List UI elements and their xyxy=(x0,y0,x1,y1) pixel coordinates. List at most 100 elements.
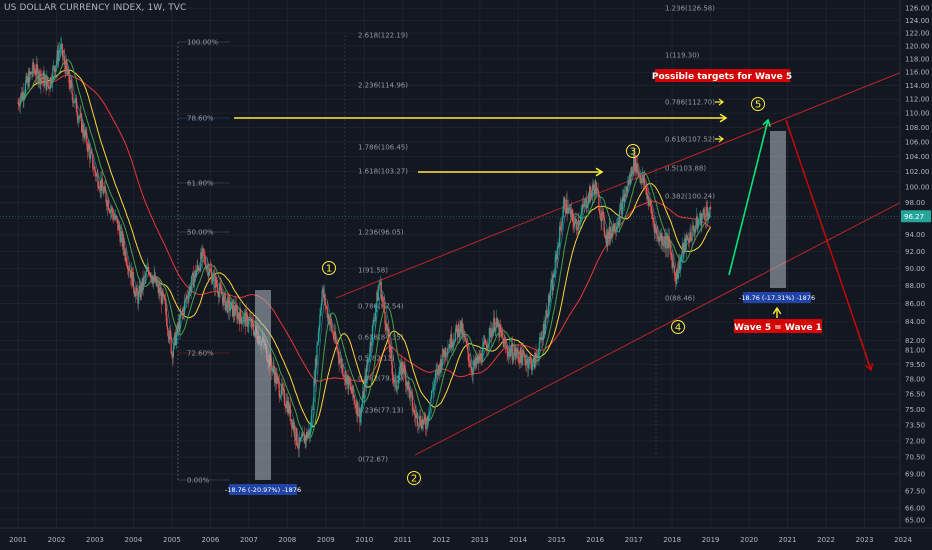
candle-body xyxy=(562,205,564,217)
candle-body xyxy=(537,357,539,359)
candle-body xyxy=(324,294,326,306)
candle-body xyxy=(701,217,703,226)
y-tick-label: 116.00 xyxy=(905,69,930,77)
y-tick-label: 73.50 xyxy=(905,421,925,429)
candle-body xyxy=(441,362,443,370)
fib-mid-label: 0(72.67) xyxy=(358,456,388,464)
candle-body xyxy=(556,247,559,260)
candle-body xyxy=(553,273,556,277)
candle-body xyxy=(363,384,365,399)
candle-body xyxy=(92,154,94,168)
y-tick-label: 120.00 xyxy=(905,42,930,50)
candle-body xyxy=(414,409,416,415)
candle-body xyxy=(580,212,582,221)
candle-body xyxy=(517,352,519,359)
candle-body xyxy=(547,314,549,318)
x-tick-label: 2019 xyxy=(702,536,720,544)
candle-body xyxy=(476,360,478,364)
candle-body xyxy=(332,331,334,337)
chart-background xyxy=(0,0,932,550)
x-tick-label: 2023 xyxy=(856,536,874,544)
candle-body xyxy=(536,355,539,358)
candle-body xyxy=(203,254,206,257)
candle-body xyxy=(64,56,66,65)
candle-body xyxy=(89,151,92,160)
candle-body xyxy=(561,222,563,230)
candle-body xyxy=(170,337,172,354)
x-tick-label: 2015 xyxy=(548,536,566,544)
candle-body xyxy=(145,271,147,277)
candle-body xyxy=(197,265,199,267)
candle-body xyxy=(155,276,157,286)
candle-body xyxy=(530,358,532,360)
fib-right-label: 0.382(100.24) xyxy=(665,193,715,201)
candle-body xyxy=(128,267,130,271)
fib-mid-label: 1.236(96.05) xyxy=(358,229,404,237)
candle-body xyxy=(348,377,351,384)
candle-body xyxy=(706,206,708,209)
candle-body xyxy=(375,304,377,313)
candle-body xyxy=(524,354,526,361)
x-tick-label: 2004 xyxy=(125,536,143,544)
candle-body xyxy=(669,243,671,247)
fib-mid-label: 1.618(103.27) xyxy=(358,168,408,176)
candle-body xyxy=(50,77,52,84)
candle-body xyxy=(228,297,230,300)
candle-body xyxy=(46,77,49,85)
fib-left-label: 61.80% xyxy=(187,180,214,188)
candle-body xyxy=(312,401,314,410)
candle-body xyxy=(126,262,128,265)
candle-body xyxy=(575,218,577,225)
candle-body xyxy=(118,224,120,232)
candle-body xyxy=(217,287,219,294)
candle-body xyxy=(616,225,618,226)
candle-body xyxy=(480,353,482,362)
candle-body xyxy=(639,174,641,180)
candle-body xyxy=(335,341,337,344)
candle-body xyxy=(331,330,334,332)
candle-body xyxy=(148,270,150,275)
candle-body xyxy=(38,79,40,82)
price-chart[interactable]: 100.00% 78.60% 61.80% 50.00% 72.60% 0.00% 2.61… xyxy=(0,0,932,550)
fib-mid-label: 0.236(77.13) xyxy=(358,407,404,415)
x-tick-label: 2008 xyxy=(278,536,296,544)
candle-body xyxy=(31,73,33,75)
y-tick-label: 126.00 xyxy=(905,5,930,13)
candle-body xyxy=(345,376,348,385)
candle-body xyxy=(201,248,203,259)
candle-body xyxy=(435,371,437,374)
candle-body xyxy=(55,65,57,72)
candle-body xyxy=(225,303,227,310)
candle-body xyxy=(489,328,491,329)
candle-body xyxy=(481,361,483,363)
candle-body xyxy=(91,152,93,155)
candle-body xyxy=(465,340,468,345)
candle-body xyxy=(354,398,356,405)
candle-body xyxy=(469,362,471,367)
candle-body xyxy=(330,319,332,325)
candle-body xyxy=(704,213,706,220)
candle-body xyxy=(488,328,490,344)
candle-body xyxy=(143,277,145,287)
candle-body xyxy=(88,143,90,149)
candle-body xyxy=(220,288,223,295)
candle-body xyxy=(374,312,377,321)
candle-body xyxy=(311,409,313,425)
candle-body xyxy=(166,314,168,326)
fib-left-label: 78.60% xyxy=(187,115,214,123)
candle-body xyxy=(115,215,118,219)
candle-body xyxy=(598,195,600,211)
y-tick-label: 69.00 xyxy=(905,470,925,478)
y-axis[interactable]: 126.00 124.00 122.00 120.00 118.00 116.00 114.… xyxy=(899,0,932,550)
candle-body xyxy=(651,212,653,215)
fib-left-label: 0.00% xyxy=(187,477,210,485)
candle-body xyxy=(502,336,504,339)
candle-body xyxy=(58,52,60,62)
candle-body xyxy=(277,378,280,382)
candle-body xyxy=(644,178,646,188)
candle-body xyxy=(442,349,445,356)
candle-body xyxy=(492,328,494,337)
y-tick-label: 75.00 xyxy=(905,406,925,414)
candle-body xyxy=(318,325,320,333)
candle-body xyxy=(337,349,339,351)
